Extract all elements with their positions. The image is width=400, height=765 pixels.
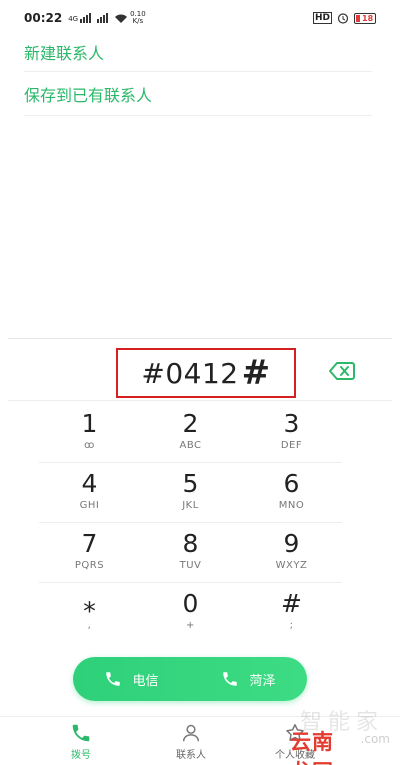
key-letters: ABC [179,440,202,451]
key-digit: 3 [283,409,300,438]
sim1-label: 电信 [132,673,159,689]
person-icon [182,724,200,742]
key-digit: 4 [81,469,98,498]
speed-unit: K/s [132,17,144,25]
alarm-icon [337,13,349,24]
hd-icon: HD [312,12,332,24]
tab-favorites[interactable]: 个人收藏 [240,717,350,765]
key-3[interactable]: 3 DEF [241,403,342,461]
signal-icon: 4G [68,13,92,23]
tab-dial[interactable]: 拨号 [26,717,136,765]
sim2-label: 菏泽 [249,673,276,689]
phone-sim2-icon [223,672,238,686]
key-letters: , [87,620,92,631]
key-11[interactable]: 0 + [140,583,241,641]
net-label: 4G [68,15,79,23]
call-sim1-button[interactable]: 电信 [73,657,190,701]
key-digit: # [281,589,302,618]
status-time: 00:22 [24,11,63,25]
key-letters: JKL [182,500,199,511]
key-letters: TUV [179,560,202,571]
new-contact-link[interactable]: 新建联系人 [24,36,372,72]
call-sim2-button[interactable]: 菏泽 [190,657,307,701]
dialed-number: #0412 [141,356,239,390]
key-digit: 1 [81,409,98,438]
key-digit: ⁎ [83,589,96,618]
key-8[interactable]: 8 TUV [140,523,241,581]
dialed-number-hash: # [241,353,271,393]
star-icon [286,724,304,741]
dialer-divider [8,338,392,339]
call-bar: 电信 菏泽 [73,657,307,701]
key-2[interactable]: 2 ABC [140,403,241,461]
key-digit: 7 [81,529,98,558]
keypad-row-divider [39,582,342,583]
key-1[interactable]: 1ꝏ [39,403,140,461]
key-digit: 5 [182,469,199,498]
network-speed: 0.10 K/s [130,11,146,25]
key-6[interactable]: 6 MNO [241,463,342,521]
key-4[interactable]: 4 GHI [39,463,140,521]
key-digit: 0 [182,589,199,618]
dialed-number-highlight: #0412 # [116,348,296,398]
signal-icon-2 [97,13,109,23]
battery-icon: 18 [354,12,376,24]
save-to-existing-contact-link[interactable]: 保存到已有联系人 [24,78,372,116]
bottom-nav: 拨号 联系人 个人收藏 [0,716,400,765]
phone-sim1-icon [106,672,121,686]
battery-level: 18 [362,13,374,23]
key-letters: WXYZ [275,560,308,571]
tab-contacts[interactable]: 联系人 [136,717,246,765]
keypad-row-divider [39,522,342,523]
key-letters: DEF [280,440,303,451]
key-digit: 9 [283,529,300,558]
key-12[interactable]: #; [241,583,342,641]
key-9[interactable]: 9 WXYZ [241,523,342,581]
keypad-divider [8,400,392,401]
phone-icon [72,724,90,742]
key-digit: 8 [182,529,199,558]
key-digit: 2 [182,409,199,438]
tab-dial-label: 拨号 [71,750,91,761]
tab-contacts-label: 联系人 [176,750,206,761]
status-bar: 00:22 4G 0.10 K/s HD 18 [0,0,400,36]
backspace-icon[interactable] [328,360,356,382]
key-letters: + [186,620,195,631]
tab-favorites-label: 个人收藏 [275,750,315,761]
key-letters: MNO [278,500,305,511]
key-letters: ; [289,620,294,631]
key-digit: 6 [283,469,300,498]
key-letters: GHI [79,500,100,511]
keypad-row-divider [39,462,342,463]
wifi-icon [115,14,128,23]
key-7[interactable]: 7 PQRS [39,523,140,581]
key-letters: PQRS [74,560,105,571]
key-5[interactable]: 5 JKL [140,463,241,521]
key-letters: ꝏ [84,440,95,451]
key-10[interactable]: ⁎, [39,583,140,641]
